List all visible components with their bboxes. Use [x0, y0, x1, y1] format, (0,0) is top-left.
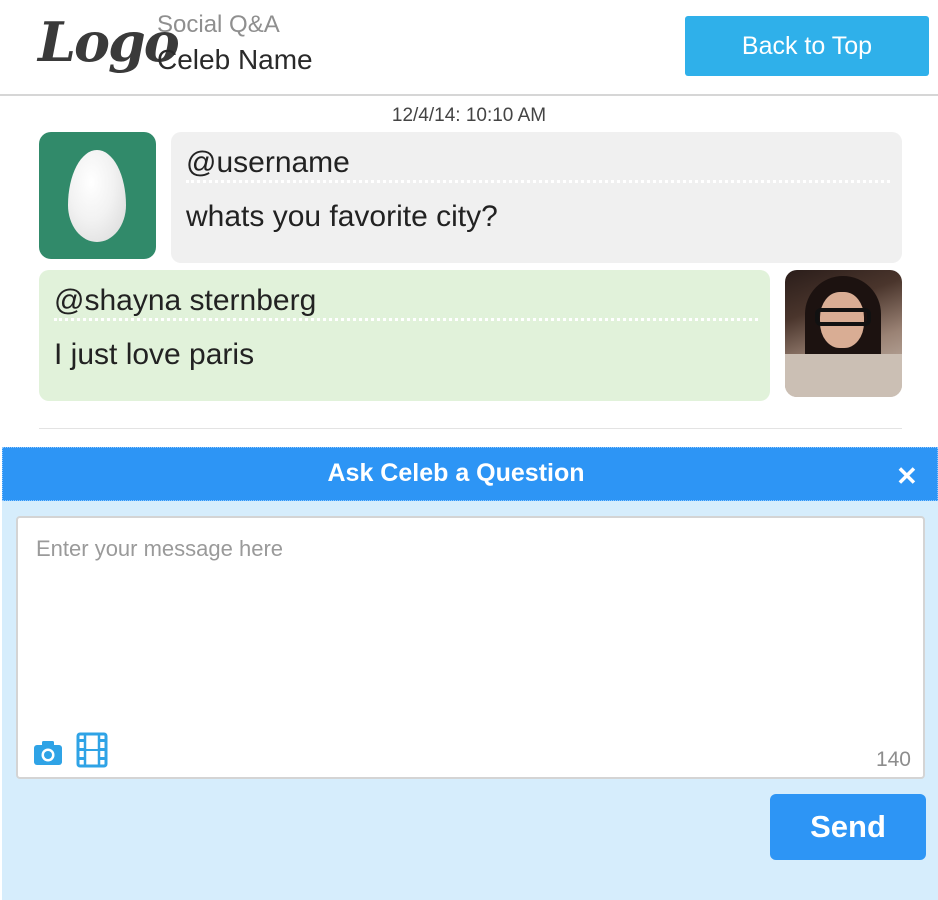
- message-box: 140: [16, 516, 925, 779]
- question-text: whats you favorite city?: [186, 200, 498, 233]
- header: Logo Social Q&A Celeb Name Back to Top: [0, 0, 938, 96]
- user-avatar[interactable]: [39, 132, 156, 259]
- message-input[interactable]: [18, 518, 923, 728]
- answer-text: I just love paris: [54, 338, 255, 371]
- character-count: 140: [875, 748, 911, 771]
- message-timestamp: 12/4/14: 10:10 AM: [391, 105, 547, 126]
- answer-bubble: @shayna sternberg I just love paris: [39, 270, 770, 401]
- send-button[interactable]: Send: [770, 794, 926, 860]
- celeb-avatar[interactable]: [785, 270, 902, 397]
- avatar-glasses: [815, 308, 871, 326]
- ask-panel-title: Ask Celeb a Question: [327, 459, 585, 487]
- back-to-top-button[interactable]: Back to Top: [685, 16, 929, 76]
- celeb-name: Celeb Name: [157, 44, 313, 75]
- close-icon[interactable]: ✕: [896, 461, 918, 492]
- answer-handle[interactable]: @shayna sternberg: [54, 284, 316, 318]
- bubble-separator: [54, 318, 758, 321]
- question-handle[interactable]: @username: [186, 146, 350, 180]
- avatar-shirt: [785, 354, 902, 397]
- conversation-divider: [39, 428, 902, 429]
- question-bubble: @username whats you favorite city?: [171, 132, 902, 263]
- camera-icon[interactable]: [32, 736, 64, 768]
- app-subtitle: Social Q&A: [157, 11, 280, 38]
- film-icon[interactable]: [76, 732, 108, 768]
- egg-icon: [68, 150, 126, 242]
- bubble-separator: [186, 180, 890, 183]
- ask-panel-header: Ask Celeb a Question ✕: [2, 447, 938, 501]
